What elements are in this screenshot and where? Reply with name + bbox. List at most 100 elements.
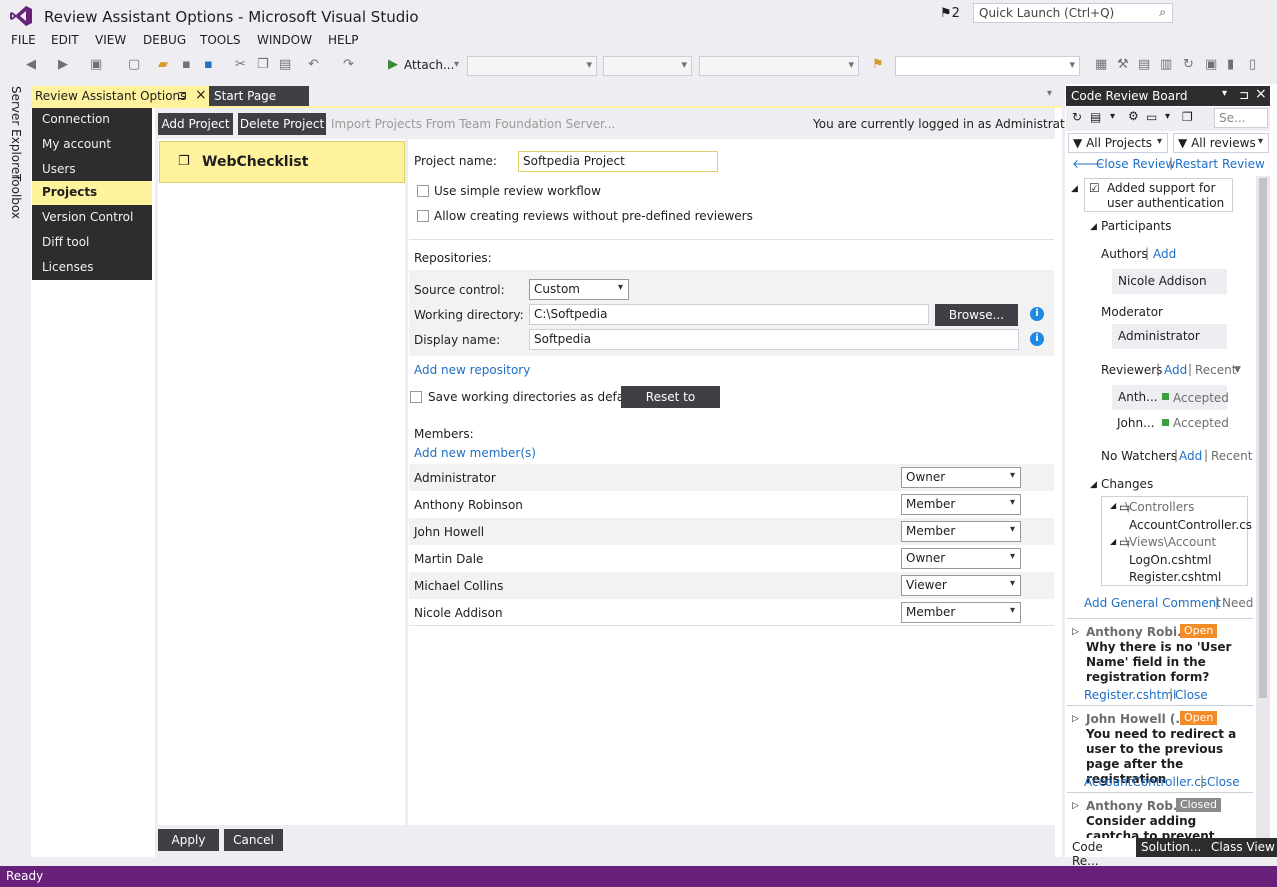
collapse-icon[interactable]: ◢ bbox=[1110, 537, 1116, 546]
menu-edit[interactable]: EDIT bbox=[51, 33, 79, 47]
menu-help[interactable]: HELP bbox=[328, 33, 359, 47]
add-member-link[interactable]: Add new member(s) bbox=[414, 446, 536, 460]
close-comment-link[interactable]: Close bbox=[1207, 775, 1240, 789]
copy-icon[interactable]: ❐ bbox=[1182, 110, 1193, 124]
display-name-input[interactable]: Softpedia bbox=[529, 329, 1019, 350]
changed-file[interactable]: LogOn.cshtml bbox=[1129, 553, 1211, 567]
add-project-button[interactable]: Add Project bbox=[158, 113, 233, 135]
startup-project-dropdown[interactable] bbox=[699, 56, 859, 76]
expand-icon[interactable]: ▷ bbox=[1072, 714, 1079, 724]
new-review-icon[interactable]: ▤ bbox=[1090, 110, 1101, 124]
changed-file[interactable]: AccountController.cs bbox=[1129, 518, 1252, 532]
close-icon[interactable]: × bbox=[1255, 86, 1267, 102]
changes-folder[interactable]: \Views\Account bbox=[1125, 535, 1216, 549]
notifications-indicator[interactable]: ⚑2 bbox=[940, 6, 960, 21]
pin-icon[interactable]: ⊐ bbox=[177, 88, 187, 102]
member-role-select[interactable]: Member bbox=[901, 602, 1021, 623]
add-item-icon[interactable]: ▢ bbox=[128, 57, 140, 72]
member-role-select[interactable]: Viewer bbox=[901, 575, 1021, 596]
scrollbar[interactable] bbox=[1256, 176, 1270, 838]
start-debug-icon[interactable]: ▶ bbox=[388, 57, 398, 72]
quick-launch-input[interactable]: Quick Launch (Ctrl+Q) ⌕ bbox=[973, 3, 1173, 23]
save-default-checkbox[interactable] bbox=[410, 391, 422, 403]
toolbar-icon-8[interactable]: ▯ bbox=[1249, 57, 1256, 72]
paste-icon[interactable]: ▤ bbox=[279, 57, 291, 72]
cut-icon[interactable]: ✂ bbox=[235, 57, 246, 72]
close-review-link[interactable]: Close Review bbox=[1096, 157, 1175, 171]
reviews-filter-dropdown[interactable]: ▼ All reviews bbox=[1173, 133, 1269, 153]
nav-item-licenses[interactable]: Licenses bbox=[32, 256, 152, 280]
member-role-select[interactable]: Member bbox=[901, 521, 1021, 542]
menu-debug[interactable]: DEBUG bbox=[143, 33, 186, 47]
new-project-icon[interactable]: ▣ bbox=[90, 57, 102, 72]
project-list-item[interactable]: ❐ WebChecklist bbox=[159, 141, 405, 183]
working-dir-input[interactable]: C:\Softpedia bbox=[529, 304, 929, 325]
apply-button[interactable]: Apply bbox=[158, 829, 219, 851]
browse-button[interactable]: Browse... bbox=[935, 304, 1018, 326]
collapse-icon[interactable]: ◢ bbox=[1090, 480, 1097, 490]
tab-code-review[interactable]: Code Re... bbox=[1066, 838, 1136, 868]
board-search-input[interactable]: Se... bbox=[1214, 108, 1268, 128]
reset-defaults-button[interactable]: Reset to defaults bbox=[621, 386, 720, 426]
add-general-comment-link[interactable]: Add General Comment bbox=[1084, 596, 1221, 610]
chevron-down-icon[interactable]: ▾ bbox=[1110, 111, 1115, 122]
chevron-down-icon[interactable]: ▾ bbox=[454, 59, 459, 70]
collapse-icon[interactable]: ◢ bbox=[1090, 222, 1097, 232]
find-combo[interactable] bbox=[895, 56, 1080, 76]
projects-filter-dropdown[interactable]: ▼ All Projects bbox=[1068, 133, 1168, 153]
restart-review-link[interactable]: Restart Review bbox=[1175, 157, 1265, 171]
expand-icon[interactable]: ▷ bbox=[1072, 801, 1079, 811]
tab-solution-explorer[interactable]: Solution... bbox=[1141, 840, 1201, 854]
toolbar-icon-3[interactable]: ▤ bbox=[1138, 57, 1150, 72]
cancel-button[interactable]: Cancel bbox=[224, 829, 283, 851]
platform-dropdown[interactable] bbox=[603, 56, 692, 76]
close-icon[interactable]: × bbox=[195, 87, 207, 103]
menu-window[interactable]: WINDOW bbox=[257, 33, 312, 47]
save-all-icon[interactable]: ▪ bbox=[204, 57, 213, 72]
add-author-link[interactable]: Add bbox=[1153, 247, 1176, 261]
collapse-icon[interactable]: ◢ bbox=[1071, 184, 1078, 194]
need-label[interactable]: Need bbox=[1222, 596, 1253, 610]
nav-item-users[interactable]: Users bbox=[32, 158, 152, 182]
delete-project-button[interactable]: Delete Project bbox=[238, 113, 326, 135]
tab-class-view[interactable]: Class View bbox=[1211, 840, 1275, 854]
close-comment-link[interactable]: Close bbox=[1175, 688, 1208, 702]
tab-review-assistant-options[interactable]: Review Assistant Options ⊐ × bbox=[31, 86, 209, 106]
copy-icon[interactable]: ❐ bbox=[257, 57, 269, 72]
nav-item-my-account[interactable]: My account bbox=[32, 133, 152, 157]
forward-icon[interactable]: ▶ bbox=[58, 57, 68, 72]
refresh-icon[interactable]: ↻ bbox=[1183, 57, 1194, 72]
nav-item-diff-tool[interactable]: Diff tool bbox=[32, 231, 152, 255]
menu-view[interactable]: VIEW bbox=[95, 33, 126, 47]
member-role-select[interactable]: Owner bbox=[901, 548, 1021, 569]
save-icon[interactable]: ▪ bbox=[182, 57, 191, 72]
menu-tools[interactable]: TOOLS bbox=[200, 33, 241, 47]
redo-icon[interactable]: ↷ bbox=[343, 57, 354, 72]
add-repository-link[interactable]: Add new repository bbox=[414, 363, 530, 377]
gear-icon[interactable]: ⚙ bbox=[1128, 109, 1139, 123]
pin-icon[interactable]: ⊐ bbox=[1239, 88, 1249, 102]
toolbox-tab[interactable]: Toolbox bbox=[9, 174, 23, 219]
solution-config-dropdown[interactable] bbox=[467, 56, 597, 76]
info-icon[interactable]: i bbox=[1030, 307, 1044, 321]
open-file-icon[interactable]: ▰ bbox=[158, 57, 168, 72]
toolbar-icon-6[interactable]: ▣ bbox=[1205, 57, 1217, 72]
comment-file-link[interactable]: Register.cshtml bbox=[1084, 688, 1176, 702]
nav-item-version-control[interactable]: Version Control bbox=[32, 206, 152, 230]
project-name-input[interactable]: Softpedia Project bbox=[518, 151, 718, 172]
import-projects-link[interactable]: Import Projects From Team Foundation Ser… bbox=[331, 117, 615, 131]
collapse-icon[interactable]: ◢ bbox=[1110, 501, 1116, 510]
comment-file-link[interactable]: AccountController.cs bbox=[1084, 775, 1207, 789]
nav-item-connection[interactable]: Connection bbox=[32, 108, 152, 132]
member-role-select[interactable]: Member bbox=[901, 494, 1021, 515]
author-chip[interactable]: Nicole Addison bbox=[1112, 269, 1227, 294]
review-title-box[interactable]: ☑ Added support for user authentication bbox=[1084, 178, 1233, 212]
reviewer-name[interactable]: John... bbox=[1117, 416, 1155, 430]
expand-icon[interactable]: ▷ bbox=[1072, 627, 1079, 637]
source-control-select[interactable]: Custom bbox=[529, 279, 629, 300]
toolbar-icon-1[interactable]: ▦ bbox=[1095, 57, 1107, 72]
refresh-icon[interactable]: ↻ bbox=[1072, 110, 1082, 124]
changes-folder[interactable]: \Controllers bbox=[1125, 500, 1194, 514]
server-explorer-tab[interactable]: Server Explorer bbox=[9, 86, 23, 179]
toolbar-icon-4[interactable]: ▥ bbox=[1160, 57, 1172, 72]
